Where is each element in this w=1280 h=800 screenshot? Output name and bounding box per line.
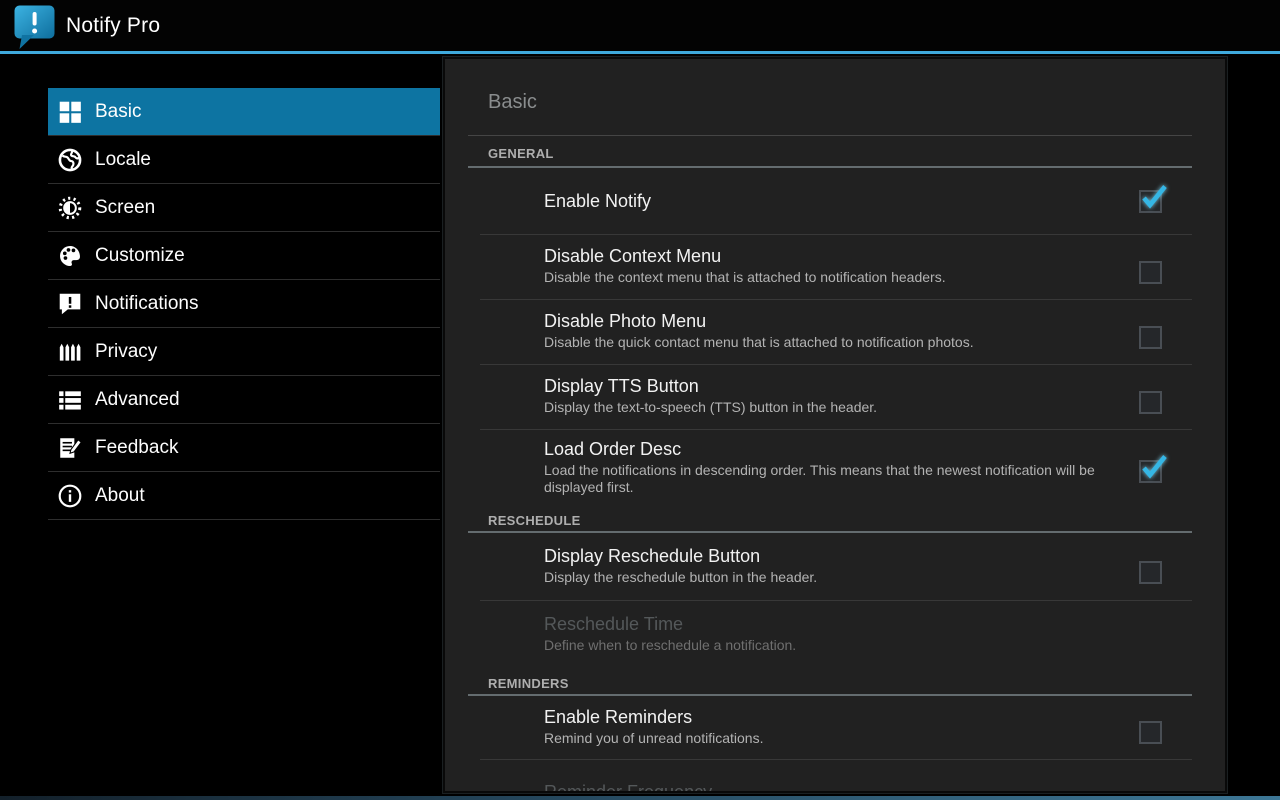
preference-list: GENERAL Enable Notify Disable Context Menu… — [445, 136, 1225, 793]
pref-summary: Display the reschedule button in the hea… — [544, 569, 973, 586]
pref-title: Display Reschedule Button — [544, 545, 973, 567]
pref-title: Display TTS Button — [544, 375, 1003, 397]
pref-text: Load Order DescLoad the notifications in… — [544, 438, 1119, 496]
list-rows-icon — [57, 387, 83, 413]
pref-row-disable-context-menu[interactable]: Disable Context Menu Disable the context … — [445, 235, 1225, 299]
panel-title-block: Basic — [445, 59, 1225, 135]
sidebar-item-label: Privacy — [95, 341, 157, 363]
pref-title: Disable Photo Menu — [544, 310, 1051, 332]
pref-text: Enable Reminders Remind you of unread not… — [544, 706, 946, 747]
pref-row-reschedule-time: Reschedule Time Define when to reschedule… — [445, 601, 1225, 668]
screen: Notify Pro Basic Locale Screen Customize Not… — [0, 0, 1280, 800]
sidebar-item-locale[interactable]: Locale — [48, 136, 440, 184]
checkbox-unchecked[interactable] — [1139, 561, 1162, 584]
sidebar-item-label: Advanced — [95, 389, 180, 411]
actionbar-accent-divider — [0, 51, 1280, 54]
info-icon — [57, 483, 83, 509]
pref-text: Reschedule Time Define when to reschedule… — [544, 613, 974, 654]
pref-row-disable-photo-menu[interactable]: Disable Photo Menu Disable the quick cont… — [445, 300, 1225, 364]
checkbox-unchecked[interactable] — [1139, 261, 1162, 284]
section-header-label: RESCHEDULE — [488, 513, 581, 528]
sidebar-item-customize[interactable]: Customize — [48, 232, 440, 280]
sidebar-item-basic[interactable]: Basic — [48, 88, 440, 136]
panel-title: Basic — [488, 91, 537, 114]
pref-summary: Define when to reschedule a notification… — [544, 637, 974, 654]
pref-title: Disable Context Menu — [544, 245, 1037, 267]
pref-summary: Load the notifications in descending ord… — [544, 462, 1119, 496]
checkbox-unchecked[interactable] — [1139, 721, 1162, 744]
checkbox-unchecked[interactable] — [1139, 391, 1162, 414]
checkbox-box — [1139, 391, 1162, 414]
sidebar-item-label: Feedback — [95, 437, 178, 459]
pref-row-load-order-desc[interactable]: Load Order DescLoad the notifications in… — [445, 430, 1225, 505]
section-header-label: GENERAL — [488, 146, 554, 161]
sidebar-item-advanced[interactable]: Advanced — [48, 376, 440, 424]
action-bar: Notify Pro — [0, 0, 1280, 51]
pref-summary: Disable the quick contact menu that is a… — [544, 334, 1051, 351]
sidebar-item-notifications[interactable]: Notifications — [48, 280, 440, 328]
speech-bubble-icon — [57, 291, 83, 317]
sidebar-item-screen[interactable]: Screen — [48, 184, 440, 232]
checkbox-checked[interactable] — [1139, 190, 1162, 213]
settings-header-list: Basic Locale Screen Customize Notifications P… — [48, 88, 440, 520]
sidebar-item-label: Customize — [95, 245, 185, 267]
pref-row-enable-notify[interactable]: Enable Notify — [445, 168, 1225, 234]
pref-row-display-reschedule-button[interactable]: Display Reschedule Button Display the res… — [445, 533, 1225, 600]
pref-title: Enable Notify — [544, 190, 890, 212]
sidebar-item-label: Locale — [95, 149, 151, 171]
pref-text: Display Reschedule Button Display the res… — [544, 545, 973, 586]
pref-summary: Remind you of unread notifications. — [544, 730, 946, 747]
pref-text: Disable Photo Menu Disable the quick cont… — [544, 310, 1051, 351]
notify-app-icon — [13, 4, 57, 50]
check-icon — [1138, 451, 1168, 481]
pref-summary: Disable the context menu that is attache… — [544, 269, 1037, 286]
pref-text: Reminder Frequency — [544, 781, 932, 793]
pref-row-enable-reminders[interactable]: Enable Reminders Remind you of unread not… — [445, 696, 1225, 759]
pref-text: Disable Context Menu Disable the context … — [544, 245, 1037, 286]
pref-title: Reminder Frequency — [544, 781, 932, 793]
checkbox-box — [1139, 326, 1162, 349]
checkbox-checked[interactable] — [1139, 460, 1162, 483]
edit-note-icon — [57, 435, 83, 461]
bottom-edge-glow — [0, 796, 1280, 800]
pref-summary: Display the text-to-speech (TTS) button … — [544, 399, 1003, 416]
checkbox-box — [1139, 561, 1162, 584]
palette-icon — [57, 243, 83, 269]
section-header-general: GENERAL — [445, 136, 1225, 166]
sidebar-item-label: About — [95, 485, 145, 507]
section-header-reschedule: RESCHEDULE — [445, 505, 1225, 531]
pref-row-reminder-frequency: Reminder Frequency — [445, 760, 1225, 793]
sidebar-item-privacy[interactable]: Privacy — [48, 328, 440, 376]
pref-title: Enable Reminders — [544, 706, 946, 728]
checkbox-unchecked[interactable] — [1139, 326, 1162, 349]
checkbox-box — [1139, 261, 1162, 284]
checkbox-box — [1139, 721, 1162, 744]
section-header-reminders: REMINDERS — [445, 668, 1225, 694]
sidebar-item-label: Basic — [95, 101, 141, 123]
app-title: Notify Pro — [66, 14, 160, 38]
pref-title: Load Order Desc — [544, 438, 1119, 460]
globe-icon — [57, 147, 83, 173]
sidebar-item-feedback[interactable]: Feedback — [48, 424, 440, 472]
sidebar-item-label: Screen — [95, 197, 155, 219]
grid-icon — [57, 99, 83, 125]
section-header-label: REMINDERS — [488, 676, 569, 691]
sidebar-item-about[interactable]: About — [48, 472, 440, 520]
pref-row-display-tts-button[interactable]: Display TTS Button Display the text-to-sp… — [445, 365, 1225, 429]
preferences-panel: Basic GENERAL Enable Notify Disable Contex… — [443, 57, 1227, 793]
check-icon — [1138, 181, 1168, 211]
pref-text: Enable Notify — [544, 190, 890, 212]
pref-text: Display TTS Button Display the text-to-sp… — [544, 375, 1003, 416]
brightness-icon — [57, 195, 83, 221]
fence-icon — [57, 339, 83, 365]
sidebar-item-label: Notifications — [95, 293, 199, 315]
pref-title: Reschedule Time — [544, 613, 974, 635]
